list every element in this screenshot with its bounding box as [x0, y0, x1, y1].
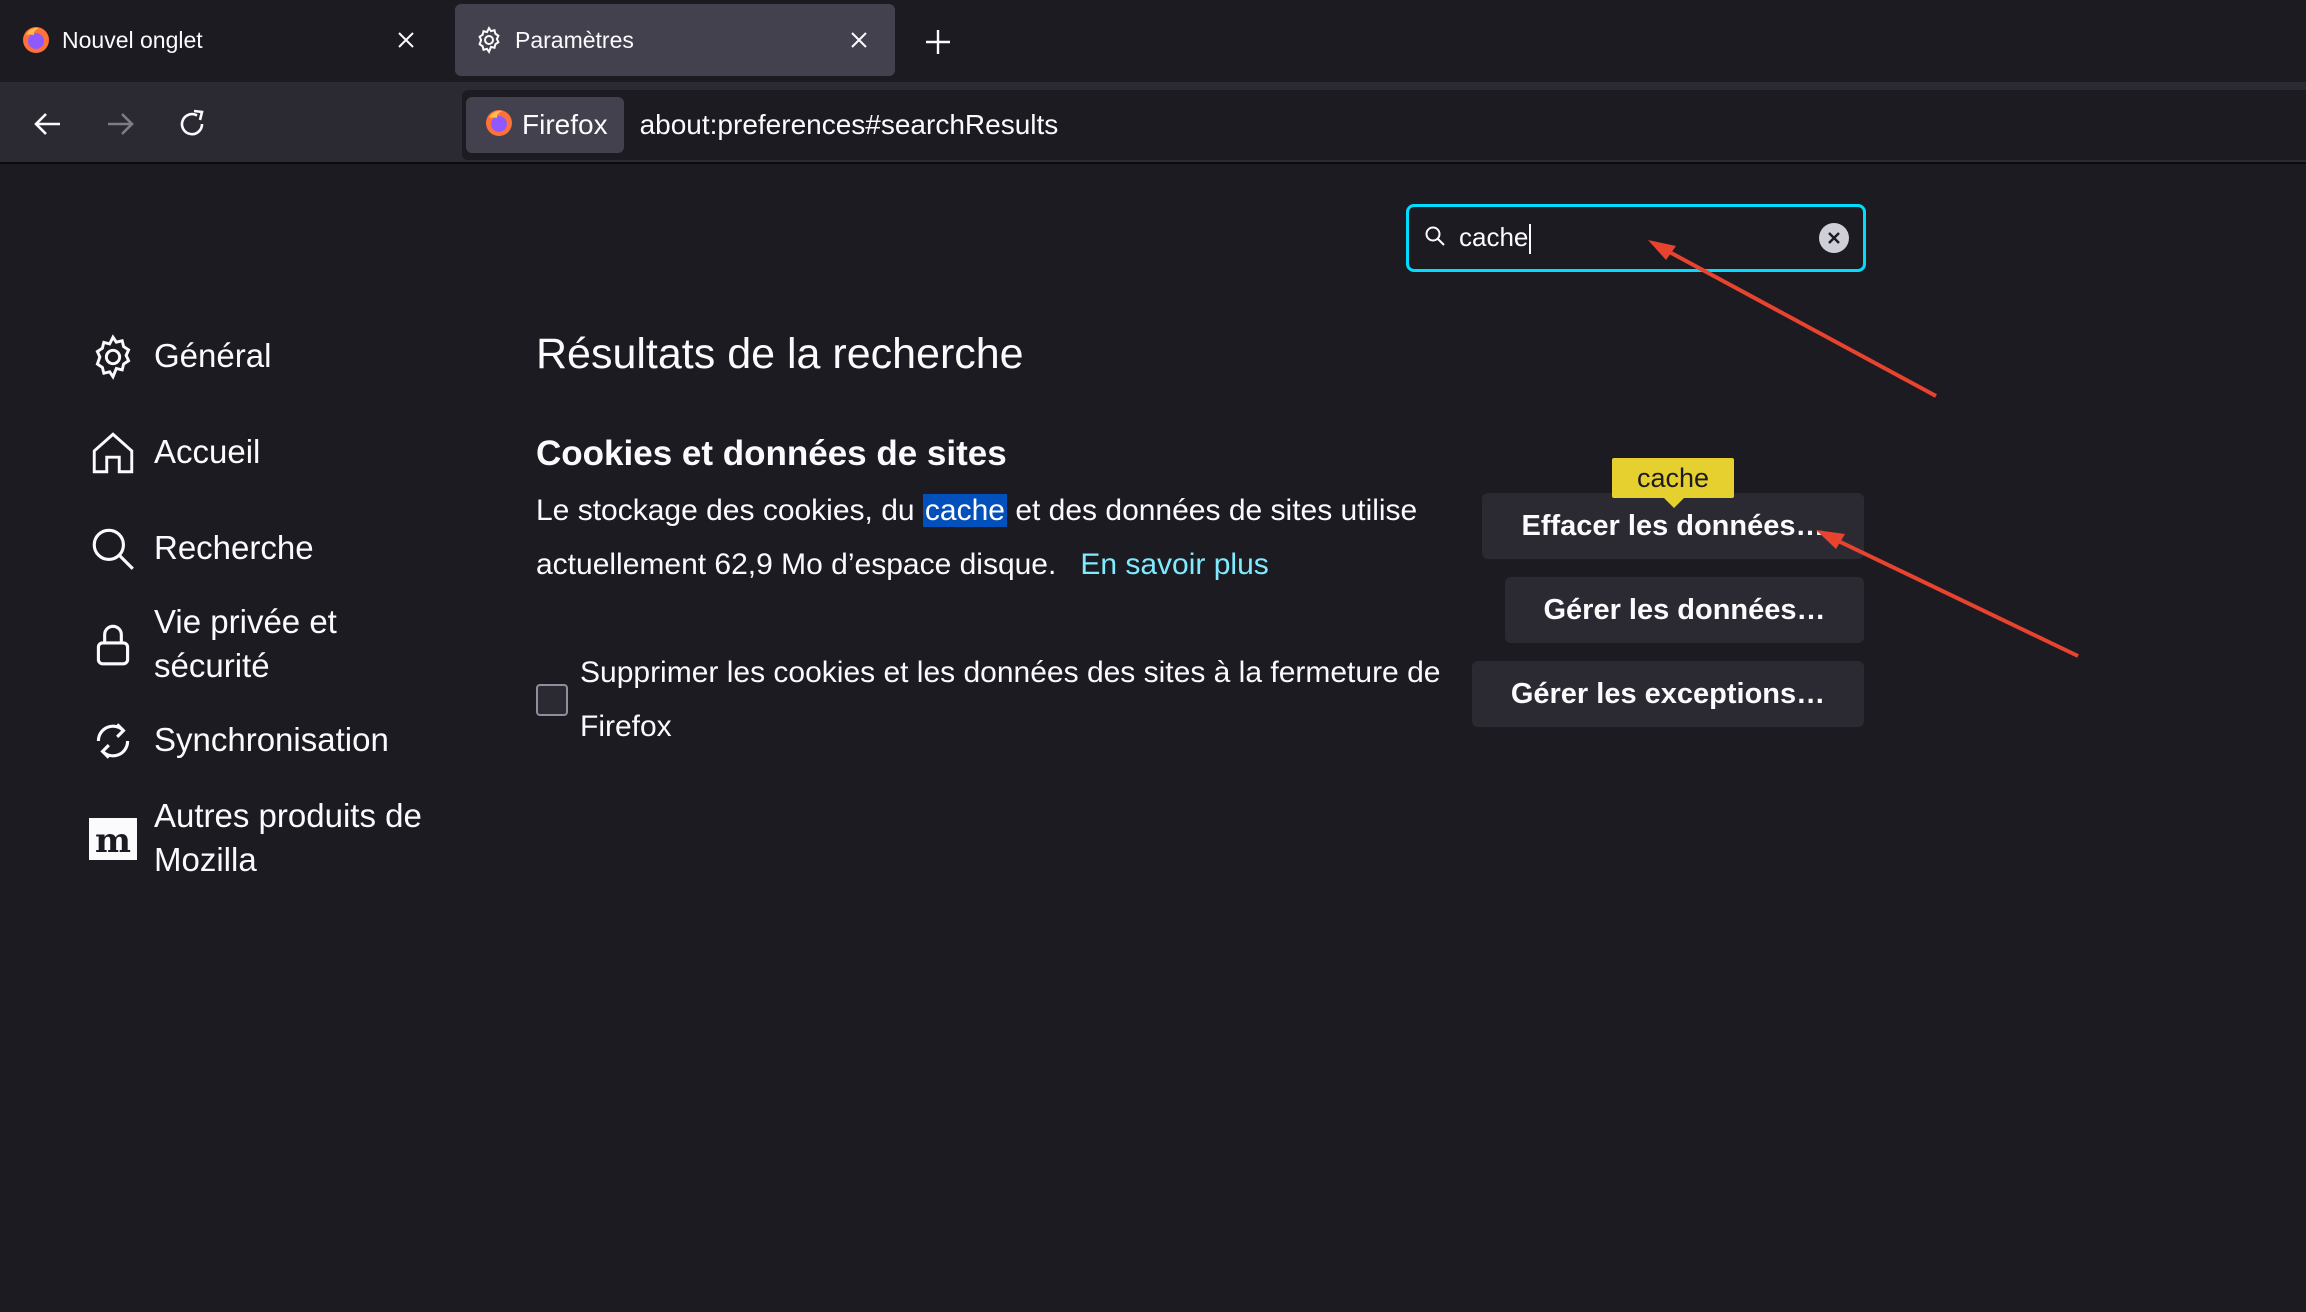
sidebar-item-search[interactable]: Recherche [86, 522, 314, 576]
svg-text:m: m [95, 821, 131, 861]
tab-settings[interactable]: Paramètres [455, 4, 895, 76]
sidebar-item-label: Synchronisation [154, 721, 389, 758]
identity-box[interactable]: Firefox [466, 97, 624, 153]
plus-icon [926, 30, 950, 54]
firefox-logo-icon [20, 24, 52, 56]
sidebar-item-label: Vie privée et sécurité [154, 603, 337, 684]
gear-icon [473, 24, 505, 56]
back-button[interactable] [24, 100, 72, 148]
sync-icon [86, 714, 140, 768]
search-match-tooltip: cache [1612, 458, 1734, 498]
manage-exceptions-button[interactable]: Gérer les exceptions… [1472, 661, 1864, 727]
url-text: about:preferences#searchResults [639, 109, 1059, 140]
home-icon [86, 426, 140, 480]
section-title: Cookies et données de sites [536, 434, 1007, 473]
close-icon[interactable] [388, 22, 424, 58]
gear-icon [86, 330, 140, 384]
sidebar-item-mozilla[interactable]: m Autres produits de Mozilla [86, 790, 454, 882]
sidebar-item-sync[interactable]: Synchronisation [86, 714, 389, 768]
sidebar-item-home[interactable]: Accueil [86, 426, 260, 480]
sidebar-item-label: Recherche [154, 529, 314, 566]
sidebar-item-privacy[interactable]: Vie privée et sécurité [86, 596, 414, 688]
url-bar[interactable]: Firefox about:preferences#searchResults [462, 90, 2306, 160]
tooltip-pointer [1662, 496, 1686, 508]
tab-new-tab[interactable]: Nouvel onglet [2, 4, 442, 76]
tab-strip: Nouvel onglet Paramètres [0, 0, 2306, 82]
tab-title: Paramètres [515, 26, 634, 53]
forward-button[interactable] [96, 100, 144, 148]
manage-data-button[interactable]: Gérer les données… [1505, 577, 1864, 643]
delete-on-close-option: Supprimer les cookies et les données des… [536, 646, 1456, 754]
sidebar-item-label: Accueil [154, 433, 261, 470]
search-icon [1423, 224, 1447, 253]
search-value: cache [1459, 222, 1819, 255]
search-highlight: cache [922, 494, 1007, 527]
sidebar-item-label: Général [154, 337, 272, 374]
mozilla-icon: m [86, 812, 140, 866]
arrow-right-icon [108, 113, 134, 135]
new-tab-button[interactable] [918, 22, 958, 62]
learn-more-link[interactable]: En savoir plus [1080, 548, 1268, 581]
reload-icon [180, 109, 204, 136]
close-icon[interactable] [841, 22, 877, 58]
search-icon [86, 522, 140, 576]
identity-label: Firefox [522, 109, 608, 140]
tab-title: Nouvel onglet [62, 26, 203, 53]
arrow-left-icon [34, 113, 60, 135]
settings-search-input[interactable]: cache [1406, 204, 1866, 272]
firefox-logo-icon [484, 108, 514, 143]
description-text: Le stockage des cookies, du [536, 494, 923, 527]
checkbox-label[interactable]: Supprimer les cookies et les données des… [580, 646, 1456, 754]
reload-button[interactable] [168, 100, 216, 148]
navigation-toolbar: Firefox about:preferences#searchResults [0, 82, 2306, 164]
page-title: Résultats de la recherche [536, 330, 1024, 378]
cookies-description: Le stockage des cookies, du cache et des… [536, 484, 1436, 592]
sidebar-item-label: Autres produits de Mozilla [154, 797, 422, 878]
sidebar-item-general[interactable]: Général [86, 330, 271, 384]
delete-on-close-checkbox[interactable] [536, 684, 568, 716]
lock-icon [86, 618, 140, 672]
close-icon [1828, 232, 1840, 244]
clear-search-button[interactable] [1819, 223, 1849, 253]
